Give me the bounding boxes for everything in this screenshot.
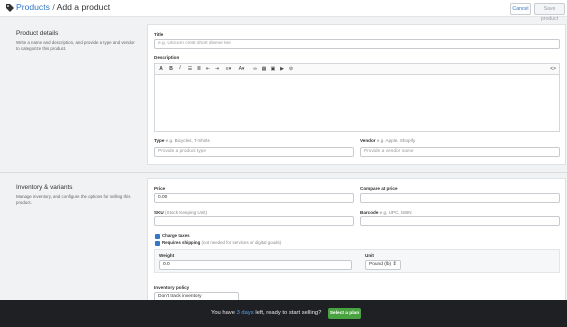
shipping-panel: Weight 0.0 Unit Pound (lb) ⇕	[154, 249, 560, 273]
inventory-card: Price 0.00 Compare at price SKU (Stock K…	[147, 178, 566, 308]
video-icon[interactable]: ▶	[278, 65, 286, 73]
compare-price-label: Compare at price	[360, 186, 398, 191]
trial-banner: You have 3 days left, ready to start sel…	[0, 300, 567, 327]
breadcrumb-products-link[interactable]: Products	[16, 2, 50, 12]
font-icon[interactable]: A	[157, 65, 165, 73]
sku-input[interactable]	[154, 216, 354, 226]
requires-shipping-checkbox[interactable]	[155, 241, 160, 246]
requires-shipping-label: Requires shipping (not needed for servic…	[162, 240, 282, 245]
clear-format-icon[interactable]: ⊘	[287, 65, 295, 73]
type-label: Type e.g. Bicycles, T-Shirts	[154, 138, 210, 143]
numbered-list-icon[interactable]: ≣	[195, 65, 203, 73]
select-plan-button[interactable]: Select a plan	[328, 308, 361, 319]
italic-icon[interactable]: I	[176, 65, 184, 73]
editor-toolbar: A B I ☰ ≣ ⇤ ⇥ ≡▾ A▾ ∞ ▦ ▣ ▶ ⊘ <>	[154, 63, 560, 74]
product-details-heading: Product details	[16, 30, 59, 37]
link-icon[interactable]: ∞	[251, 65, 259, 73]
tag-icon	[6, 4, 14, 12]
image-icon[interactable]: ▣	[269, 65, 277, 73]
html-source-icon[interactable]: <>	[549, 65, 557, 73]
weight-input[interactable]: 0.0	[159, 260, 352, 270]
breadcrumb-separator: /	[52, 2, 55, 12]
vendor-input[interactable]: Provide a vendor name	[360, 147, 560, 157]
breadcrumb: Products / Add a product	[16, 2, 110, 12]
title-input[interactable]: e.g. Unicorn crest short sleeve tee	[154, 39, 560, 49]
unit-label: Unit	[365, 253, 374, 258]
price-label: Price	[154, 186, 166, 191]
title-label: Title	[154, 32, 164, 37]
compare-price-input[interactable]	[360, 193, 560, 203]
product-details-card: Title e.g. Unicorn crest short sleeve te…	[147, 24, 566, 165]
sku-label: SKU (Stock Keeping Unit)	[154, 210, 208, 215]
section-divider	[0, 172, 567, 173]
unit-select[interactable]: Pound (lb) ⇕	[365, 260, 401, 270]
charge-taxes-label: Charge taxes	[162, 233, 190, 238]
save-product-button[interactable]: Save product	[534, 3, 565, 22]
charge-taxes-checkbox[interactable]	[155, 234, 160, 239]
select-arrows-icon: ⇕	[392, 262, 397, 267]
align-icon[interactable]: ≡▾	[223, 65, 234, 73]
weight-label: Weight	[159, 253, 175, 258]
barcode-label: Barcode e.g. UPC, ISBN	[360, 210, 412, 215]
indent-icon[interactable]: ⇥	[213, 65, 221, 73]
cancel-button[interactable]: Cancel	[510, 3, 531, 15]
bold-icon[interactable]: B	[167, 65, 175, 73]
product-details-description: Write a name and description, and provid…	[16, 40, 135, 51]
text-color-icon[interactable]: A▾	[236, 65, 247, 73]
trial-message: You have 3 days left, ready to start sel…	[211, 310, 322, 316]
vendor-label: Vendor e.g. Apple, Shopify	[360, 138, 416, 143]
inventory-heading: Inventory & variants	[16, 184, 73, 191]
outdent-icon[interactable]: ⇤	[204, 65, 212, 73]
page-title: Add a product	[56, 2, 111, 12]
trial-days-link[interactable]: 3 days	[237, 310, 254, 316]
price-input[interactable]: 0.00	[154, 193, 354, 203]
top-bar: Products / Add a product Cancel Save pro…	[0, 0, 567, 22]
description-editor[interactable]	[154, 74, 560, 132]
table-icon[interactable]: ▦	[260, 65, 268, 73]
barcode-input[interactable]	[360, 216, 560, 226]
bullet-list-icon[interactable]: ☰	[186, 65, 194, 73]
description-label: Description	[154, 55, 180, 60]
inventory-description: Manage inventory, and configure the opti…	[16, 194, 131, 205]
inventory-policy-label: Inventory policy	[154, 285, 190, 290]
product-type-input[interactable]: Provide a product type	[154, 147, 354, 157]
